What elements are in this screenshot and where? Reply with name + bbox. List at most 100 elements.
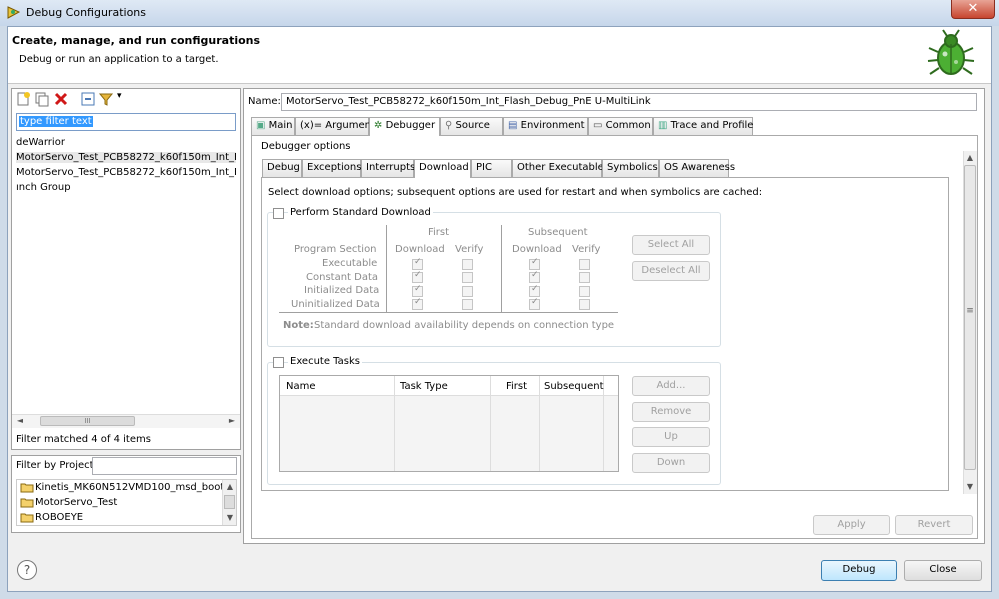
tab-arguments[interactable]: (x)= Arguments (295, 117, 380, 135)
column-divider (490, 376, 491, 471)
first-verify-checkbox[interactable] (462, 259, 473, 270)
section-label: Initialized Data (304, 285, 380, 296)
execute-tasks-checkbox[interactable] (273, 357, 284, 368)
verify-header: Verify (455, 244, 484, 255)
folder-icon (20, 512, 34, 525)
filter-input[interactable]: type filter text (16, 113, 236, 131)
title-bar (0, 0, 999, 26)
subsequent-download-checkbox[interactable] (529, 297, 540, 310)
scroll-thumb[interactable]: III (40, 416, 135, 426)
close-window-button[interactable]: ✕ (951, 0, 995, 19)
help-icon[interactable]: ? (17, 560, 37, 580)
tab-debugger[interactable]: ✲ Debugger (369, 117, 440, 136)
download-description: Select download options; subsequent opti… (268, 187, 763, 198)
tab-environment[interactable]: ▤ Environment (503, 117, 588, 135)
tab-source[interactable]: ⚲ Source (440, 117, 503, 135)
debug-app-icon (7, 6, 21, 19)
duplicate-icon[interactable] (34, 91, 50, 107)
scroll-thumb[interactable]: ≡ (964, 165, 976, 470)
first-download-checkbox[interactable] (412, 297, 423, 310)
close-button[interactable]: Close (904, 560, 982, 581)
subtab-pic[interactable]: PIC (471, 159, 512, 177)
select-all-button[interactable]: Select All (632, 235, 710, 255)
column-header[interactable]: Name (286, 381, 316, 392)
move-up-button[interactable]: Up (632, 427, 710, 447)
program-section-header: Program Section (294, 244, 377, 255)
move-down-button[interactable]: Down (632, 453, 710, 473)
subsequent-verify-checkbox[interactable] (579, 299, 590, 310)
note-text: Standard download availability depends o… (314, 320, 615, 331)
scroll-up-button[interactable]: ▲ (963, 151, 977, 165)
section-label: Constant Data (306, 272, 379, 283)
banner-description: Debug or run an application to a target. (19, 54, 219, 65)
deselect-all-button[interactable]: Deselect All (632, 261, 710, 281)
add-task-button[interactable]: Add... (632, 376, 710, 396)
project-item[interactable]: Kinetis_MK60N512VMD100_msd_bootload (35, 482, 223, 493)
scroll-left-button[interactable]: ◄ (13, 414, 27, 428)
grid-divider (501, 225, 502, 313)
subtab-debug[interactable]: Debug (262, 159, 302, 177)
debug-button[interactable]: Debug (821, 560, 897, 581)
delete-icon[interactable] (53, 91, 69, 107)
section-label: Uninitialized Data (291, 299, 380, 310)
subtab-exceptions[interactable]: Exceptions (302, 159, 361, 177)
tab-trace-and-profile[interactable]: ▥ Trace and Profile (653, 117, 753, 135)
debugger-options-label: Debugger options (261, 141, 351, 152)
scroll-right-button[interactable]: ► (225, 414, 239, 428)
column-header[interactable]: Subsequent (544, 381, 604, 392)
subsequent-verify-checkbox[interactable] (579, 272, 590, 283)
tasks-table: Name Task Type First Subsequent (279, 375, 619, 472)
first-verify-checkbox[interactable] (462, 272, 473, 283)
tree-item[interactable]: deWarrior (16, 137, 236, 148)
subsequent-verify-checkbox[interactable] (579, 259, 590, 270)
subtab-symbolics[interactable]: Symbolics (602, 159, 659, 177)
column-divider (539, 376, 540, 471)
note-label: Note: (283, 320, 314, 331)
subtab-download[interactable]: Download (414, 159, 471, 178)
perform-standard-download-checkbox[interactable] (273, 208, 284, 219)
project-item[interactable]: MotorServo_Test (35, 497, 117, 508)
scroll-up-button[interactable]: ▲ (223, 480, 236, 494)
filter-icon[interactable] (98, 91, 114, 107)
collapse-all-icon[interactable] (80, 91, 96, 107)
column-header[interactable]: Task Type (400, 381, 448, 392)
verify-header: Verify (572, 244, 601, 255)
tab-main[interactable]: ▣ Main (251, 117, 295, 135)
revert-button[interactable]: Revert (895, 515, 973, 535)
first-verify-checkbox[interactable] (462, 299, 473, 310)
scroll-down-button[interactable]: ▼ (223, 511, 236, 525)
scroll-down-button[interactable]: ▼ (963, 480, 977, 494)
first-download-checkbox[interactable] (412, 270, 423, 283)
column-header[interactable]: First (506, 381, 527, 392)
tree-item[interactable]: MotorServo_Test_PCB58272_k60f150m_Int_Fl… (16, 167, 236, 178)
remove-task-button[interactable]: Remove (632, 402, 710, 422)
filter-menu-dropdown[interactable]: ▾ (117, 91, 122, 101)
project-list: Kinetis_MK60N512VMD100_msd_bootload Moto… (16, 479, 237, 526)
banner-title: Create, manage, and run configurations (12, 34, 261, 47)
first-download-checkbox[interactable] (412, 257, 423, 270)
apply-button[interactable]: Apply (813, 515, 890, 535)
new-config-icon[interactable] (15, 91, 31, 107)
grid-divider (279, 312, 618, 313)
subsequent-header: Subsequent (528, 227, 588, 238)
project-filter-input[interactable] (92, 457, 237, 475)
subsequent-download-checkbox[interactable] (529, 284, 540, 297)
subtab-interrupts[interactable]: Interrupts (361, 159, 415, 177)
subsequent-download-checkbox[interactable] (529, 270, 540, 283)
project-item[interactable]: ROBOEYE (35, 512, 83, 523)
first-download-checkbox[interactable] (412, 284, 423, 297)
section-label: Executable (322, 258, 378, 269)
first-verify-checkbox[interactable] (462, 286, 473, 297)
tab-common[interactable]: ▭ Common (588, 117, 653, 135)
subtab-other-executables[interactable]: Other Executables (512, 159, 609, 177)
tree-item[interactable]: MotorServo_Test_PCB58272_k60f150m_Int_Fl… (16, 152, 236, 163)
subsequent-verify-checkbox[interactable] (579, 286, 590, 297)
download-header: Download (395, 244, 445, 255)
tree-item[interactable]: ınch Group (16, 182, 236, 193)
subtab-os-awareness[interactable]: OS Awareness (659, 159, 735, 177)
scroll-thumb[interactable] (224, 495, 235, 509)
subsequent-download-checkbox[interactable] (529, 257, 540, 270)
execute-tasks-label: Execute Tasks (288, 356, 362, 367)
name-input[interactable]: MotorServo_Test_PCB58272_k60f150m_Int_Fl… (281, 93, 977, 111)
folder-icon (20, 482, 34, 496)
